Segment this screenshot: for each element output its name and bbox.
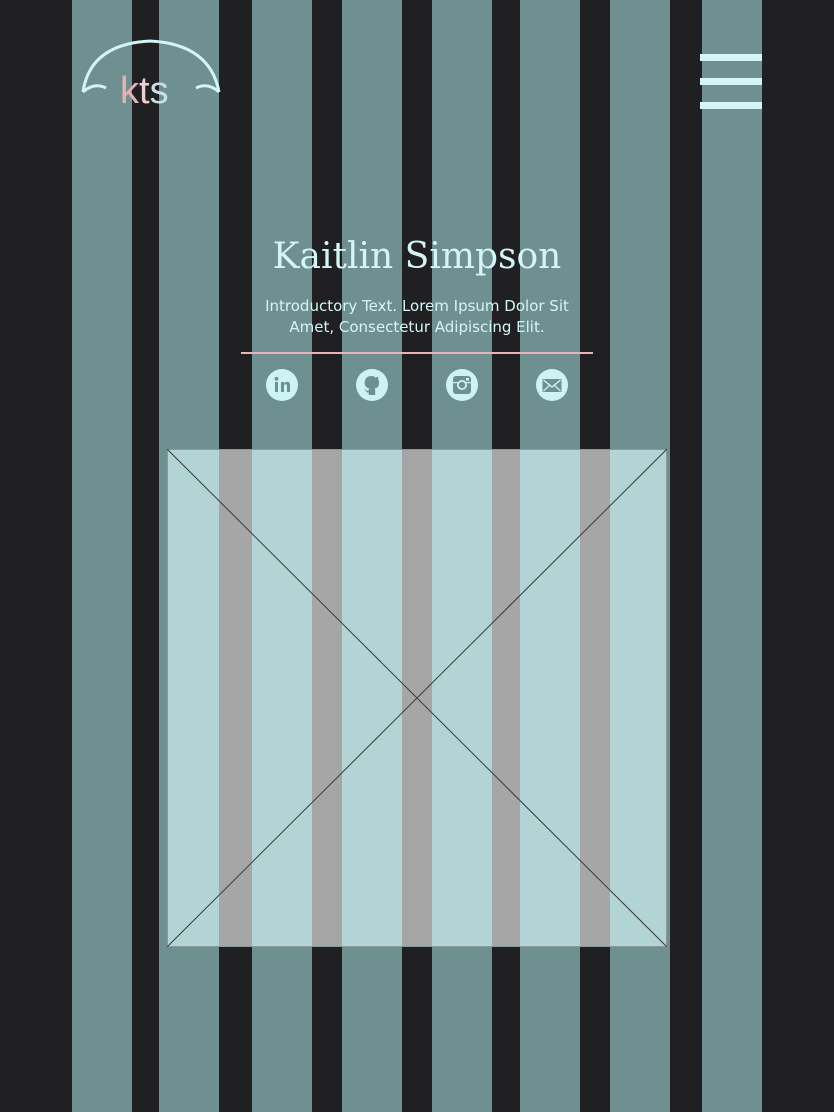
logo[interactable]: kts [80,38,222,112]
menu-bar [700,78,762,85]
intro-text: Introductory Text. Lorem Ipsum Dolor Sit… [258,296,576,338]
intro-line-2: Amet, Consectetur Adipiscing Elit. [289,318,545,336]
logo-letter-s: s [149,70,169,112]
logo-text: kts [120,72,169,110]
divider [241,352,593,354]
instagram-icon[interactable] [446,369,478,401]
grid-column [702,0,762,1112]
menu-bar [700,54,762,61]
grid-column [72,0,132,1112]
logo-letter-k: k [120,70,139,112]
email-icon[interactable] [536,369,568,401]
github-icon[interactable] [356,369,388,401]
page-title: Kaitlin Simpson [272,236,562,277]
logo-letter-t: t [139,70,150,112]
hamburger-icon[interactable] [700,54,762,110]
linkedin-icon[interactable] [266,369,298,401]
intro-line-1: Introductory Text. Lorem Ipsum Dolor Sit [265,297,569,315]
menu-bar [700,102,762,109]
hero-image-placeholder [167,449,667,947]
